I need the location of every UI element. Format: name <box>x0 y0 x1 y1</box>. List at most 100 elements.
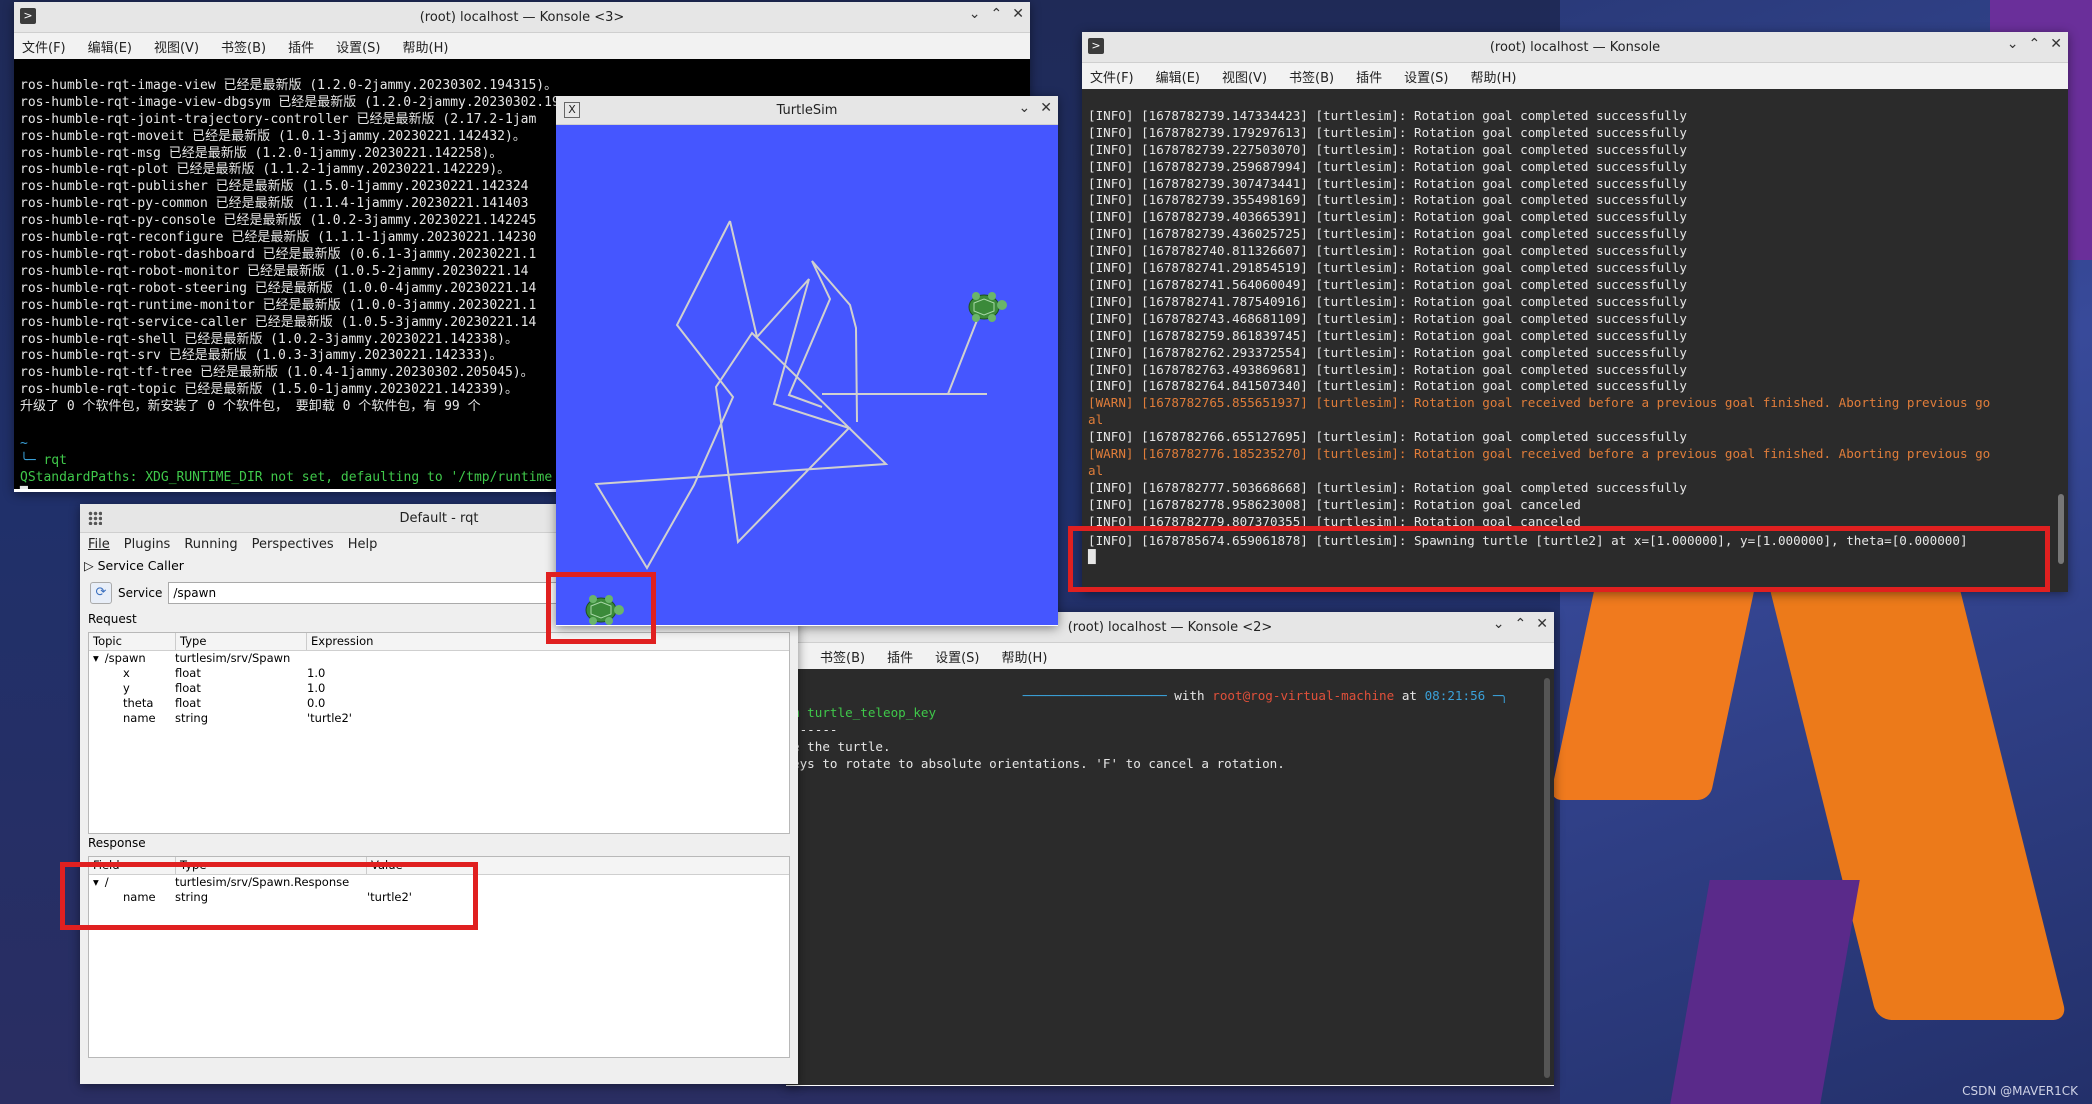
tree-row[interactable]: name string 'turtle2' <box>89 711 789 726</box>
topic-cell: x <box>89 666 171 681</box>
service-select[interactable]: /spawn <box>168 582 595 604</box>
type-cell: turtlesim/srv/Spawn <box>175 651 291 665</box>
menubar: 文件(F) 编辑(E) 视图(V) 书签(B) 插件 设置(S) 帮助(H) <box>14 33 1030 59</box>
canvas-background <box>556 125 1058 625</box>
log-line: [INFO] [1678782740.811326607] [turtlesim… <box>1088 243 1687 259</box>
close-icon[interactable]: ✕ <box>2050 36 2062 52</box>
konsole-2-window: (root) localhost — Konsole <2> ⌄ ⌃ ✕ 书签(… <box>786 612 1554 1086</box>
type-cell: string <box>175 711 209 725</box>
menu-view[interactable]: 视图(V) <box>1222 67 1267 86</box>
terminal-output[interactable]: ─────────────────── with root@rog-virtua… <box>786 669 1554 1085</box>
minimize-icon[interactable]: ⌄ <box>969 6 981 22</box>
status-at: at <box>1401 687 1417 703</box>
status-time: 08:21:56 <box>1424 687 1486 703</box>
x11-icon: X <box>564 102 580 118</box>
menu-help[interactable]: 帮助(H) <box>403 37 449 56</box>
menu-settings[interactable]: 设置(S) <box>1404 67 1448 86</box>
menu-edit[interactable]: 编辑(E) <box>88 37 132 56</box>
response-label: Response <box>88 836 146 850</box>
menu-help[interactable]: 帮助(H) <box>1471 67 1517 86</box>
menu-file[interactable]: 文件(F) <box>22 37 66 56</box>
plugin-header: ▷ Service Caller <box>84 558 184 573</box>
menu-file[interactable]: 文件(F) <box>1090 67 1134 86</box>
minimize-icon[interactable]: ⌄ <box>1019 100 1031 116</box>
menu-file[interactable]: File <box>88 537 110 552</box>
topic-cell: y <box>89 681 171 696</box>
output-line: ros-humble-rqt-image-view 已经是最新版 (1.2.0-… <box>20 77 558 93</box>
menu-view[interactable]: 视图(V) <box>154 37 199 56</box>
tree-row[interactable]: theta float 0.0 <box>89 696 789 711</box>
prompt-command: rqt <box>43 452 67 468</box>
menu-plugins[interactable]: 插件 <box>1356 67 1382 86</box>
menu-help[interactable]: Help <box>348 537 378 552</box>
log-line: al <box>1088 412 1104 428</box>
column-header[interactable]: Type <box>175 633 306 650</box>
scrollbar[interactable] <box>1544 678 1550 1078</box>
output-line: m turtle_teleop_key <box>792 704 937 720</box>
request-label: Request <box>88 612 137 626</box>
terminal-output[interactable]: [INFO] [1678782739.147334423] [turtlesim… <box>1082 89 2068 592</box>
minimize-icon[interactable]: ⌄ <box>2007 36 2019 52</box>
expand-arrow-icon[interactable]: ▾ <box>93 651 99 665</box>
titlebar[interactable]: > (root) localhost — Konsole ⌄ ⌃ ✕ <box>1082 32 2068 63</box>
log-line: [INFO] [1678782766.655127695] [turtlesim… <box>1088 429 1687 445</box>
menu-plugins[interactable]: Plugins <box>124 537 171 552</box>
log-line: [INFO] [1678782741.291854519] [turtlesim… <box>1088 260 1687 276</box>
tree-row[interactable]: y float 1.0 <box>89 681 789 696</box>
log-line: [INFO] [1678782739.179297613] [turtlesim… <box>1088 124 1687 140</box>
collapse-icon[interactable]: ▷ <box>84 558 94 573</box>
maximize-icon[interactable]: ⌃ <box>991 6 1003 22</box>
menu-bookmarks[interactable]: 书签(B) <box>820 647 865 666</box>
menu-edit[interactable]: 编辑(E) <box>1156 67 1200 86</box>
topic-label: /spawn <box>104 651 146 665</box>
log-line: [WARN] [1678782776.185235270] [turtlesim… <box>1088 446 1991 462</box>
expression-cell[interactable]: 1.0 <box>301 666 325 681</box>
maximize-icon[interactable]: ⌃ <box>2029 36 2041 52</box>
menu-bookmarks[interactable]: 书签(B) <box>221 37 266 56</box>
menu-help[interactable]: 帮助(H) <box>1001 647 1047 666</box>
menu-plugins[interactable]: 插件 <box>887 647 913 666</box>
expression-cell[interactable] <box>301 651 307 666</box>
menu-perspectives[interactable]: Perspectives <box>252 537 334 552</box>
menubar: 书签(B) 插件 设置(S) 帮助(H) <box>786 643 1554 669</box>
log-line: [INFO] [1678782759.861839745] [turtlesim… <box>1088 327 1687 343</box>
refresh-button[interactable]: ⟳ <box>90 582 112 604</box>
column-header[interactable]: Topic <box>89 633 175 650</box>
log-line: [INFO] [1678782763.493869681] [turtlesim… <box>1088 361 1687 377</box>
maximize-icon[interactable]: ⌃ <box>1515 616 1527 632</box>
log-line: [INFO] [1678782743.468681109] [turtlesim… <box>1088 310 1687 326</box>
menu-bookmarks[interactable]: 书签(B) <box>1289 67 1334 86</box>
menu-plugins[interactable]: 插件 <box>288 37 314 56</box>
log-line: [INFO] [1678782739.355498169] [turtlesim… <box>1088 192 1687 208</box>
close-icon[interactable]: ✕ <box>1536 616 1548 632</box>
log-line: [WARN] [1678782765.855651937] [turtlesim… <box>1088 395 1991 411</box>
topic-cell: name <box>89 711 171 726</box>
topic-label: theta <box>123 696 154 710</box>
log-line: [INFO] [1678782739.436025725] [turtlesim… <box>1088 226 1687 242</box>
tree-row[interactable]: x float 1.0 <box>89 666 789 681</box>
log-line: al <box>1088 462 1104 478</box>
close-icon[interactable]: ✕ <box>1012 6 1024 22</box>
type-cell: float <box>175 666 201 680</box>
terminal-icon: > <box>1088 38 1104 54</box>
expression-cell[interactable]: 0.0 <box>301 696 325 711</box>
menu-settings[interactable]: 设置(S) <box>935 647 979 666</box>
scrollbar[interactable] <box>2058 494 2064 564</box>
minimize-icon[interactable]: ⌄ <box>1493 616 1505 632</box>
expression-cell[interactable]: 'turtle2' <box>301 711 352 726</box>
window-title: Default - rqt <box>399 510 479 526</box>
menu-running[interactable]: Running <box>184 537 237 552</box>
close-icon[interactable]: ✕ <box>1040 100 1052 116</box>
expression-cell[interactable]: 1.0 <box>301 681 325 696</box>
column-header[interactable]: Expression <box>306 633 373 650</box>
log-line: [INFO] [1678782764.841507340] [turtlesim… <box>1088 378 1687 394</box>
titlebar[interactable]: > (root) localhost — Konsole <3> ⌄ ⌃ ✕ <box>14 2 1030 33</box>
tree-row[interactable]: ▾ /spawn turtlesim/srv/Spawn <box>89 651 789 666</box>
log-line: [INFO] [1678782739.227503070] [turtlesim… <box>1088 141 1687 157</box>
type-cell: float <box>175 696 201 710</box>
menu-settings[interactable]: 设置(S) <box>336 37 380 56</box>
titlebar[interactable]: X TurtleSim ⌄ ✕ <box>556 96 1058 125</box>
type-cell: float <box>175 681 201 695</box>
terminal-icon: > <box>20 8 36 24</box>
request-tree[interactable]: Topic Type Expression ▾ /spawn turtlesim/s… <box>88 632 790 834</box>
